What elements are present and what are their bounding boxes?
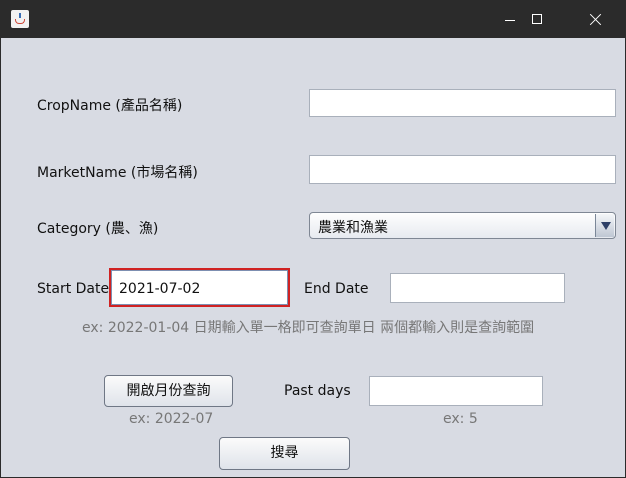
- past-days-input[interactable]: [369, 376, 543, 406]
- past-days-hint: ex: 5: [443, 411, 478, 427]
- past-days-label: Past days: [284, 383, 351, 399]
- market-name-label: MarketName (市場名稱): [37, 165, 198, 181]
- close-icon[interactable]: [573, 1, 619, 38]
- dropdown-arrow-icon[interactable]: [595, 214, 614, 237]
- app-icon: [11, 10, 29, 28]
- end-date-label: End Date: [304, 281, 369, 297]
- month-format-hint: ex: 2022-07: [129, 411, 214, 427]
- start-date-input[interactable]: 2021-07-02: [109, 268, 290, 307]
- start-date-label: Start Date: [37, 281, 110, 297]
- search-button[interactable]: 搜尋: [219, 437, 350, 470]
- category-selected-value: 農業和漁業: [318, 220, 388, 236]
- maximize-icon[interactable]: [515, 1, 561, 38]
- category-dropdown[interactable]: 農業和漁業: [309, 212, 616, 239]
- query-window: CropName (產品名稱) MarketName (市場名稱) Catego…: [0, 0, 626, 478]
- crop-name-input[interactable]: [309, 89, 616, 117]
- crop-name-label: CropName (產品名稱): [37, 98, 183, 114]
- monthly-query-button[interactable]: 開啟月份查詢: [104, 375, 233, 407]
- market-name-input[interactable]: [309, 155, 616, 184]
- category-label: Category (農、漁): [37, 221, 159, 237]
- end-date-input[interactable]: [390, 273, 565, 303]
- date-format-hint: ex: 2022-01-04 日期輸入單一格即可查詢單日 兩個都輸入則是查詢範圍: [82, 320, 535, 336]
- title-bar[interactable]: [1, 1, 625, 38]
